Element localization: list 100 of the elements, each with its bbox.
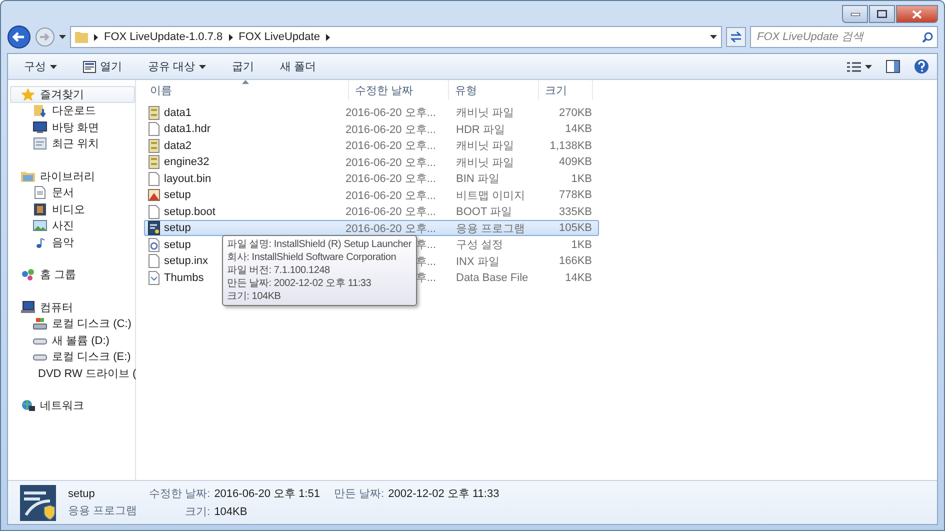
tooltip-line: 파일 설명: InstallShield (R) Setup Launcher	[227, 238, 412, 251]
file-name: setup	[164, 189, 191, 201]
size-cell-text: 105KB	[558, 222, 593, 234]
sidebar-item[interactable]: 홈 그룹	[10, 266, 135, 283]
date-cell-text: 2016-06-20 오후...	[346, 205, 436, 219]
sidebar-item[interactable]: 라이브러리	[10, 168, 135, 184]
file-name: setup	[164, 222, 191, 234]
sidebar-item[interactable]: 최근 위치	[10, 136, 135, 152]
sidebar-label: 바탕 화면	[52, 120, 100, 135]
file-icon	[148, 122, 160, 136]
sidebar-label: 홈 그룹	[40, 268, 76, 282]
sort-arrow-icon	[242, 80, 249, 84]
sidebar-item[interactable]: 로컬 디스크 (E:)	[10, 348, 135, 365]
refresh-button[interactable]	[726, 27, 746, 47]
size-cell-text: 335KB	[558, 206, 593, 218]
size-cell-text: 14KB	[564, 272, 593, 284]
date-cell-text: 후...	[416, 271, 436, 285]
toolbar-button[interactable]: 굽기	[224, 56, 262, 77]
view-options-icon[interactable]	[847, 62, 861, 72]
close-button[interactable]	[896, 5, 938, 23]
minimize-icon	[850, 12, 860, 16]
search-field[interactable]: FOX LiveUpdate 검색	[750, 26, 938, 48]
tooltip-line: 크기: 104KB	[227, 290, 282, 303]
size-cell-text: 1,138KB	[548, 140, 593, 152]
sidebar-item[interactable]: 즐겨찾기	[10, 86, 135, 102]
sidebar-label: 최근 위치	[52, 137, 100, 152]
menu-button[interactable]: 공유 대상	[140, 56, 214, 77]
sidebar-label: 음악	[52, 236, 74, 250]
image-file-icon	[148, 188, 160, 202]
size-cell-text: 166KB	[558, 255, 593, 267]
caret-icon	[199, 64, 206, 68]
sidebar-label: DVD RW 드라이브 (	[38, 366, 136, 381]
sidebar-item[interactable]: 다운로드	[10, 102, 135, 119]
network-icon	[21, 399, 35, 412]
size-cell-text: 1KB	[570, 172, 593, 184]
minimize-button[interactable]	[842, 5, 868, 23]
caret-icon	[865, 64, 872, 68]
sidebar-item[interactable]: 컴퓨터	[10, 299, 135, 316]
sidebar-label: 라이브러리	[40, 170, 95, 184]
installer-icon	[148, 221, 160, 235]
menu-button[interactable]: 구성	[16, 56, 65, 77]
back-button[interactable]	[7, 25, 31, 49]
sidebar-item[interactable]: DVD RW 드라이브 (	[10, 365, 135, 382]
sidebar-item[interactable]: 비디오	[10, 201, 135, 218]
tooltip-line: 만든 날짜: 2002-12-02 오후 11:33	[227, 277, 372, 290]
size-cell-text: 409KB	[558, 156, 593, 168]
breadcrumb[interactable]: FOX LiveUpdate	[238, 31, 320, 43]
breadcrumb[interactable]: FOX LiveUpdate-1.0.7.8	[104, 31, 223, 43]
file-name: setup.boot	[164, 206, 216, 218]
column-header[interactable]: 수정한 날짜	[349, 80, 449, 100]
dropdown-icon	[710, 35, 717, 39]
toolbar-button[interactable]: 새 폴더	[272, 56, 324, 77]
sidebar-label: 문서	[52, 186, 74, 200]
type-cell-text: 캐비닛 파일	[455, 106, 516, 120]
homegroup-icon	[21, 268, 35, 282]
star-icon	[21, 88, 35, 101]
caret-icon	[50, 64, 57, 68]
tooltip-line: 회사: InstallShield Software Corporation	[227, 251, 398, 264]
chevron-icon	[326, 34, 330, 40]
preview-pane-icon[interactable]	[886, 60, 900, 73]
recent-places-icon	[33, 137, 47, 150]
file-name: data1	[164, 106, 192, 118]
type-cell-text: 캐비닛 파일	[455, 139, 516, 153]
sidebar-item[interactable]: 새 볼륨 (D:)	[10, 332, 135, 348]
column-header[interactable]: 유형	[449, 80, 539, 100]
file-name: engine32	[164, 156, 210, 168]
computer-icon	[21, 300, 35, 314]
selected-file-row[interactable]: setup 2016-06-20 오후... 응용 프로그램 105KB	[144, 220, 599, 236]
folder-icon	[75, 31, 88, 43]
file-name: data1.hdr	[164, 123, 210, 135]
type-cell-text: BIN 파일	[455, 172, 500, 186]
file-icon	[148, 204, 160, 218]
open-button[interactable]: 열기	[75, 56, 130, 77]
chevron-icon	[94, 34, 98, 40]
file-icon	[148, 254, 160, 268]
system-drive-icon	[33, 317, 47, 330]
sidebar-item[interactable]: 네트워크	[10, 398, 135, 414]
close-icon	[912, 10, 922, 18]
column-header[interactable]: 크기	[539, 80, 593, 100]
help-icon[interactable]	[914, 59, 929, 74]
sidebar-label: 컴퓨터	[40, 300, 73, 315]
sidebar-item[interactable]: 문서	[10, 184, 135, 201]
sidebar-label: 비디오	[52, 202, 85, 217]
sidebar-item[interactable]: 로컬 디스크 (C:)	[10, 316, 135, 332]
type-cell-text: Data Base File	[455, 272, 530, 284]
sidebar-label: 로컬 디스크 (E:)	[52, 350, 131, 364]
history-caret-icon	[59, 35, 66, 39]
date-cell-text: 2016-06-20 오후...	[346, 122, 436, 136]
type-cell-text: HDR 파일	[455, 122, 506, 136]
maximize-button[interactable]	[869, 5, 895, 23]
cabinet-file-icon	[148, 106, 160, 120]
size-cell-text: 1KB	[570, 238, 593, 250]
sidebar-item[interactable]: 음악	[10, 234, 135, 250]
type-cell-text: 응용 프로그램	[455, 222, 526, 236]
sidebar-label: 즐겨찾기	[40, 88, 84, 102]
address-bar[interactable]: FOX LiveUpdate-1.0.7.8 FOX LiveUpdate	[70, 26, 722, 48]
file-name: setup.inx	[164, 255, 208, 267]
sidebar-item[interactable]: 바탕 화면	[10, 119, 135, 136]
download-folder-icon	[33, 104, 47, 118]
sidebar-item[interactable]: 사진	[10, 218, 135, 234]
